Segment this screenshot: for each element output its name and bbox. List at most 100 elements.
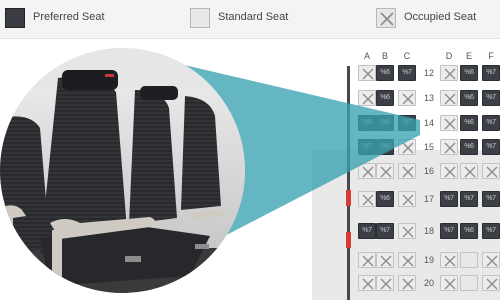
seat-15d <box>440 139 458 155</box>
x-mark-icon <box>444 93 456 105</box>
seat-20b <box>376 275 394 291</box>
seat-legend: Preferred Seat Standard Seat Occupied Se… <box>0 0 500 39</box>
seat-17f[interactable]: %7 <box>482 191 500 207</box>
seat-price-code: %6 <box>464 119 474 126</box>
row-number: 19 <box>423 255 434 265</box>
seat-14f[interactable]: %7 <box>482 115 500 131</box>
seat-17d[interactable]: %7 <box>440 191 458 207</box>
x-mark-icon <box>402 278 414 290</box>
x-mark-icon <box>362 278 374 290</box>
seat-price-code: %6 <box>380 119 390 126</box>
seat-20a <box>358 275 376 291</box>
row-number: 15 <box>423 142 434 152</box>
legend-preferred-label: Preferred Seat <box>33 11 105 23</box>
seat-16f <box>482 163 500 179</box>
seat-13e[interactable]: %6 <box>460 90 478 106</box>
x-mark-icon <box>402 226 414 238</box>
seat-14a[interactable]: %6 <box>358 115 376 131</box>
row-number: 16 <box>423 166 434 176</box>
seat-18d[interactable]: %7 <box>440 223 458 239</box>
seat-18b[interactable]: %7 <box>376 223 394 239</box>
legend-occupied-label: Occupied Seat <box>404 11 477 23</box>
x-mark-icon <box>402 194 414 206</box>
seat-price-code: %6 <box>362 119 372 126</box>
seat-16d <box>440 163 458 179</box>
seat-12b[interactable]: %6 <box>376 65 394 81</box>
seat-14e[interactable]: %6 <box>460 115 478 131</box>
seat-12f[interactable]: %7 <box>482 65 500 81</box>
seat-17b[interactable]: %6 <box>376 191 394 207</box>
seat-20d <box>440 275 458 291</box>
cabin-wall <box>347 66 350 300</box>
seat-photo <box>0 48 245 293</box>
seat-price-code: %7 <box>380 227 390 234</box>
seat-13d <box>440 90 458 106</box>
seat-price-code: %7 <box>486 143 496 150</box>
row-number: 20 <box>423 278 434 288</box>
seat-price-code: %7 <box>486 227 496 234</box>
exit-marker <box>346 190 351 206</box>
x-mark-icon <box>486 166 498 178</box>
seat-15a[interactable]: %7 <box>358 139 376 155</box>
seat-16a <box>358 163 376 179</box>
x-mark-icon <box>444 68 456 80</box>
x-mark-icon <box>444 278 456 290</box>
seat-13f[interactable]: %7 <box>482 90 500 106</box>
seat-13a <box>358 90 376 106</box>
seat-price-code: %7 <box>464 195 474 202</box>
seat-16c <box>398 163 416 179</box>
seat-13c <box>398 90 416 106</box>
occupied-seat-swatch <box>376 8 396 28</box>
seat-photo-illustration <box>0 48 245 293</box>
seat-price-code: %7 <box>486 69 496 76</box>
seat-15b[interactable]: %6 <box>376 139 394 155</box>
seat-price-code: %7 <box>486 94 496 101</box>
seat-12a <box>358 65 376 81</box>
row-number: 13 <box>423 93 434 103</box>
seat-18e[interactable]: %6 <box>460 223 478 239</box>
seat-12d <box>440 65 458 81</box>
seat-price-code: %7 <box>444 227 454 234</box>
x-mark-icon <box>362 255 374 267</box>
x-mark-icon <box>402 93 414 105</box>
x-mark-icon <box>444 142 456 154</box>
row-number: 18 <box>423 226 434 236</box>
seat-price-code: %6 <box>464 94 474 101</box>
seat-price-code: %7 <box>486 119 496 126</box>
seat-19e[interactable] <box>460 252 478 268</box>
x-mark-icon <box>402 142 414 154</box>
x-mark-icon <box>380 166 392 178</box>
seat-12e[interactable]: %6 <box>460 65 478 81</box>
seat-15e[interactable]: %6 <box>460 139 478 155</box>
seat-13b[interactable]: %6 <box>376 90 394 106</box>
seat-15c <box>398 139 416 155</box>
seat-20e[interactable] <box>460 275 478 291</box>
seat-15f[interactable]: %7 <box>482 139 500 155</box>
row-number: 14 <box>423 118 434 128</box>
x-mark-icon <box>486 278 498 290</box>
seat-17e[interactable]: %7 <box>460 191 478 207</box>
seat-12c[interactable]: %7 <box>398 65 416 81</box>
exit-marker <box>346 232 351 248</box>
seat-19f <box>482 252 500 268</box>
x-mark-icon <box>362 93 374 105</box>
seat-14c[interactable]: %7 <box>398 115 416 131</box>
seat-19b <box>376 252 394 268</box>
x-mark-icon <box>362 194 374 206</box>
x-mark-icon <box>464 166 476 178</box>
seat-17c <box>398 191 416 207</box>
column-header-f: F <box>488 51 494 61</box>
x-mark-icon <box>380 12 394 26</box>
seat-14d <box>440 115 458 131</box>
seat-price-code: %6 <box>464 143 474 150</box>
column-header-b: B <box>381 51 388 61</box>
seat-price-code: %7 <box>402 119 412 126</box>
seat-18f[interactable]: %7 <box>482 223 500 239</box>
column-header-d: D <box>445 51 453 61</box>
seat-20c <box>398 275 416 291</box>
x-mark-icon <box>402 255 414 267</box>
seat-18a[interactable]: %7 <box>358 223 376 239</box>
preferred-seat-swatch <box>5 8 25 28</box>
seat-14b[interactable]: %6 <box>376 115 394 131</box>
seat-price-code: %6 <box>380 143 390 150</box>
